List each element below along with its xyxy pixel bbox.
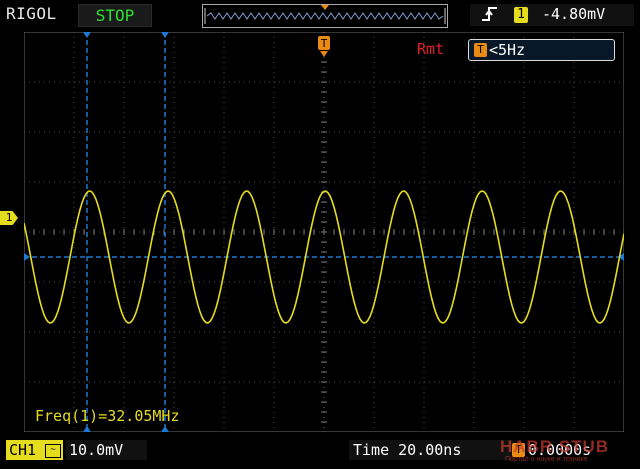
brand-logo: RIGOL (6, 4, 57, 23)
timebase-scale[interactable]: Time 20.00ns (349, 440, 513, 460)
trigger-source-badge: 1 (514, 7, 528, 23)
run-stop-button[interactable]: STOP (78, 4, 152, 27)
ac-coupling-icon: ~ (45, 443, 62, 458)
trigger-tag-icon: T (474, 43, 487, 57)
trigger-position-marker-icon (321, 5, 329, 10)
rising-edge-icon (480, 4, 500, 29)
waveform-display[interactable]: T (24, 32, 624, 432)
ch1-channel-badge[interactable]: CH1 ~ (6, 440, 63, 460)
ch1-ground-marker[interactable]: 1 (0, 211, 18, 225)
trigger-frequency-box[interactable]: T <5Hz (468, 39, 615, 61)
ch1-vertical-scale[interactable]: 10.0mV (66, 440, 147, 460)
trigger-level-value: -4.80mV (542, 5, 606, 23)
trigger-mode-label: Rmt (417, 40, 445, 58)
svg-text:T: T (321, 37, 328, 50)
frequency-measurement: Freq(1)=32.05MHz (35, 407, 180, 425)
watermark-tagline: Портал о науке и технике (505, 456, 588, 463)
ch1-label: CH1 (9, 441, 37, 459)
memory-waveform-preview (204, 5, 446, 24)
memory-map-window[interactable] (202, 4, 448, 28)
trigger-frequency-value: <5Hz (489, 41, 526, 59)
watermark-logo: HABR STUB (500, 437, 610, 456)
